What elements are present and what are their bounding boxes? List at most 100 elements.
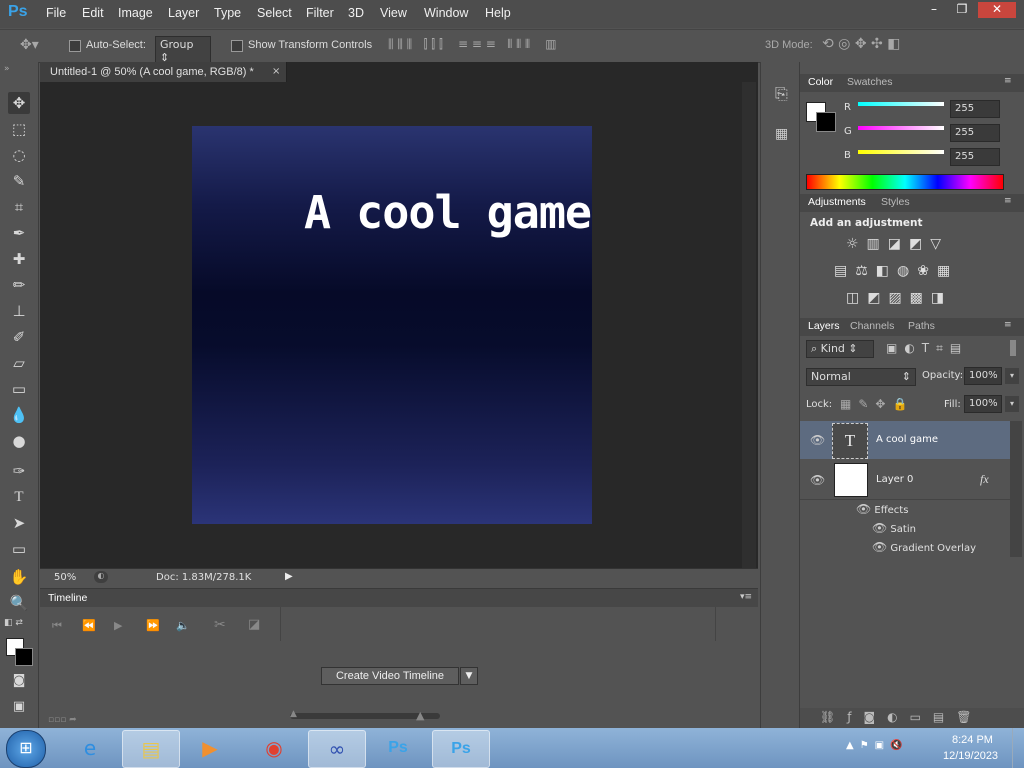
- adjustment-icons-row-2[interactable]: ▤⚖◧◍❀▦: [834, 263, 958, 279]
- adjustment-icons-row-1[interactable]: ☼▥◪◩▽: [846, 236, 949, 252]
- status-menu-arrow-icon[interactable]: ▶: [285, 571, 293, 582]
- file-explorer-icon[interactable]: ▤: [122, 730, 180, 768]
- tab-styles[interactable]: Styles: [881, 196, 910, 208]
- transition-icon[interactable]: ◪: [248, 617, 260, 632]
- clone-stamp-tool-icon[interactable]: ⊥: [8, 300, 30, 322]
- tab-layers[interactable]: Layers: [808, 320, 840, 332]
- first-frame-icon[interactable]: ⏮: [52, 619, 62, 633]
- tab-channels[interactable]: Channels: [850, 320, 894, 332]
- auto-select-checkbox[interactable]: [69, 40, 81, 52]
- audio-icon[interactable]: 🔈: [176, 619, 190, 632]
- layer-name[interactable]: Layer 0: [876, 474, 913, 485]
- adjustments-panel-menu-icon[interactable]: ≡: [1004, 196, 1012, 206]
- fill-dropdown-icon[interactable]: ▾: [1005, 396, 1019, 412]
- infinity-app-icon[interactable]: ∞: [308, 730, 366, 768]
- next-frame-icon[interactable]: ⏩: [146, 619, 160, 632]
- chrome-icon[interactable]: ◉: [246, 730, 302, 766]
- history-brush-tool-icon[interactable]: ✐: [8, 326, 30, 348]
- dodge-tool-icon[interactable]: ●: [8, 430, 30, 452]
- menu-file[interactable]: File: [46, 6, 66, 20]
- color-spectrum-bar[interactable]: [806, 174, 1004, 190]
- move-tool-preset-icon[interactable]: ✥▾: [20, 37, 39, 53]
- layer-name[interactable]: A cool game: [876, 434, 938, 445]
- layer-row-layer0[interactable]: 👁 Layer 0 fx: [800, 461, 1010, 500]
- lasso-tool-icon[interactable]: ◌: [8, 144, 30, 166]
- opacity-value[interactable]: 100%: [964, 367, 1002, 385]
- lock-icons[interactable]: ▦✎✥🔒: [840, 397, 914, 411]
- history-panel-icon[interactable]: ⎘: [775, 84, 788, 104]
- minimize-button[interactable]: –: [920, 2, 948, 18]
- red-channel-value[interactable]: 255: [950, 100, 1000, 118]
- menu-layer[interactable]: Layer: [168, 6, 199, 20]
- zoom-out-icon[interactable]: ▲: [290, 709, 297, 719]
- photoshop-shortcut-icon[interactable]: Ps: [370, 730, 426, 766]
- effects-eye-icon[interactable]: 👁: [856, 502, 871, 516]
- opacity-dropdown-icon[interactable]: ▾: [1005, 368, 1019, 384]
- brush-tool-icon[interactable]: ✏: [8, 274, 30, 296]
- menu-window[interactable]: Window: [424, 6, 468, 20]
- layer-filter-kind-dropdown[interactable]: ⌕ Kind ⇕: [806, 340, 874, 358]
- menu-view[interactable]: View: [380, 6, 407, 20]
- path-selection-tool-icon[interactable]: ➤: [8, 512, 30, 534]
- start-button[interactable]: ⊞: [6, 730, 46, 768]
- marquee-tool-icon[interactable]: ⬚: [8, 118, 30, 140]
- properties-panel-icon[interactable]: ▦: [775, 126, 788, 142]
- menu-filter[interactable]: Filter: [306, 6, 334, 20]
- canvas-text-layer[interactable]: A cool game: [304, 186, 592, 239]
- media-player-icon[interactable]: ▶: [182, 730, 238, 766]
- screen-mode-icon[interactable]: ▣: [8, 696, 30, 718]
- vertical-scrollbar[interactable]: [742, 82, 756, 568]
- tab-color[interactable]: Color: [808, 76, 833, 88]
- blue-channel-slider[interactable]: [858, 150, 944, 154]
- visibility-eye-icon[interactable]: 👁: [810, 473, 825, 487]
- adjustment-icons-row-3[interactable]: ◫◩▨▩◨: [846, 290, 952, 306]
- previous-frame-icon[interactable]: ⏪: [82, 619, 96, 632]
- internet-explorer-icon[interactable]: e: [62, 730, 118, 766]
- gradient-tool-icon[interactable]: ▭: [8, 378, 30, 400]
- effect-eye-icon[interactable]: 👁: [872, 521, 887, 535]
- type-tool-icon[interactable]: T: [8, 486, 30, 508]
- collapse-tools-icon[interactable]: »: [4, 64, 10, 74]
- quick-mask-icon[interactable]: ◙: [8, 670, 30, 692]
- effect-row-gradient-overlay[interactable]: 👁 Gradient Overlay: [872, 540, 976, 554]
- blue-channel-value[interactable]: 255: [950, 148, 1000, 166]
- quick-select-tool-icon[interactable]: ✎: [8, 170, 30, 192]
- shape-tool-icon[interactable]: ▭: [8, 538, 30, 560]
- zoom-in-icon[interactable]: ▲: [416, 709, 424, 722]
- tab-swatches[interactable]: Swatches: [847, 76, 893, 88]
- menu-select[interactable]: Select: [257, 6, 292, 20]
- menu-3d[interactable]: 3D: [348, 6, 364, 20]
- split-playhead-icon[interactable]: ✂: [214, 617, 226, 633]
- effect-eye-icon[interactable]: 👁: [872, 540, 887, 554]
- document-tab[interactable]: Untitled-1 @ 50% (A cool game, RGB/8) * …: [40, 62, 287, 82]
- background-color-swatch[interactable]: [15, 648, 33, 666]
- hand-tool-icon[interactable]: ✋: [8, 566, 30, 588]
- zoom-tool-icon[interactable]: 🔍: [8, 592, 30, 614]
- crop-tool-icon[interactable]: ⌗: [8, 196, 30, 218]
- layer-actions-icons[interactable]: ⛓ƒ◙◐▭▤🗑: [820, 710, 983, 724]
- layers-panel-menu-icon[interactable]: ≡: [1004, 320, 1012, 330]
- blend-mode-dropdown[interactable]: Normal ⇕: [806, 368, 916, 386]
- zoom-level[interactable]: 50%: [54, 572, 76, 583]
- status-info-icon[interactable]: ◐: [94, 571, 108, 583]
- photoshop-taskbar-icon[interactable]: Ps: [432, 730, 490, 768]
- layers-scrollbar[interactable]: [1010, 421, 1022, 557]
- menu-edit[interactable]: Edit: [82, 6, 104, 20]
- 3d-mode-icons[interactable]: ⟲ ◎ ✥ ✣ ◧: [822, 36, 900, 52]
- show-desktop-button[interactable]: [1012, 728, 1024, 768]
- tab-paths[interactable]: Paths: [908, 320, 935, 332]
- timeline-menu-icon[interactable]: ▾≡: [740, 592, 752, 602]
- default-colors-icon[interactable]: ◧ ⇄: [4, 618, 32, 630]
- tab-adjustments[interactable]: Adjustments: [808, 196, 866, 208]
- pen-tool-icon[interactable]: ✑: [8, 460, 30, 482]
- fill-value[interactable]: 100%: [964, 395, 1002, 413]
- layer-filter-icons[interactable]: ▣◐T⌗▤: [886, 341, 968, 356]
- create-timeline-dropdown-icon[interactable]: ▼: [460, 667, 478, 685]
- menu-help[interactable]: Help: [485, 6, 511, 20]
- effects-row[interactable]: 👁 Effects: [856, 502, 908, 516]
- color-panel-menu-icon[interactable]: ≡: [1004, 76, 1012, 86]
- blur-tool-icon[interactable]: 💧: [8, 404, 30, 426]
- convert-frames-icon[interactable]: ▫▫▫ ➦: [48, 715, 77, 725]
- filter-toggle[interactable]: [1010, 340, 1016, 356]
- eraser-tool-icon[interactable]: ▱: [8, 352, 30, 374]
